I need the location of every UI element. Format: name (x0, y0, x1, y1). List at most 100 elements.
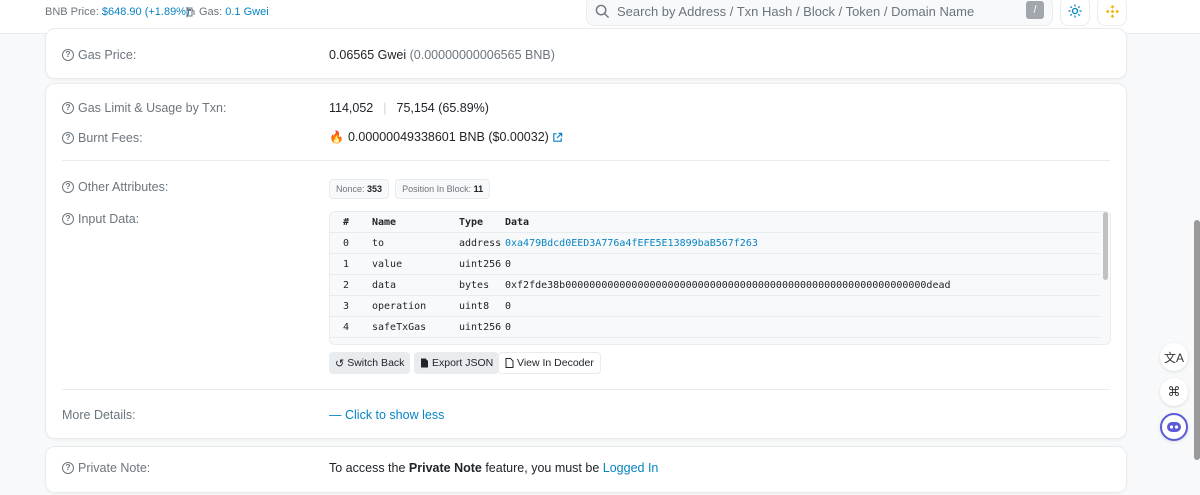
row-data[interactable]: 0xa479Bdcd0EED3A776a4fEFE5E13899baB567f2… (505, 238, 758, 249)
help-circle-icon[interactable]: ? (62, 102, 74, 114)
header-name: Name (372, 217, 397, 228)
row-name: data (372, 280, 397, 291)
position-value: 11 (473, 184, 484, 194)
burnt-fees-value-row: 🔥 0.00000049338601 BNB ($0.00032) (329, 130, 563, 144)
gas-price-value: 0.06565 Gwei (329, 48, 407, 62)
gas-label: Gas: (199, 6, 223, 18)
theme-toggle-button[interactable] (1060, 0, 1090, 26)
row-name: value (372, 259, 403, 270)
document-icon (505, 358, 514, 368)
bnb-price-link[interactable]: $648.90 (102, 6, 142, 18)
private-note-text-before: To access the (329, 461, 409, 475)
more-details-toggle[interactable]: — Click to show less (329, 408, 444, 422)
row-type: address (459, 238, 502, 249)
table-row: 0 to address 0xa479Bdcd0EED3A776a4fEFE5E138… (330, 233, 1100, 254)
gas-limit-value-row: 114,052 | 75,154 (65.89%) (329, 101, 489, 115)
private-note-text-after: feature, you must be (481, 461, 603, 475)
bnb-price-change: (+1.89%) (144, 6, 190, 18)
login-link[interactable]: Logged In (603, 461, 659, 475)
gas-pump-icon (186, 7, 195, 17)
private-note-label: Private Note: (78, 461, 151, 475)
switch-back-label: Switch Back (347, 357, 405, 369)
divider (62, 160, 1110, 161)
row-data: 0 (505, 259, 512, 270)
row-index: 0 (343, 238, 350, 249)
separator: | (383, 101, 387, 115)
row-data: 0 (505, 301, 512, 312)
row-type: uint8 (459, 301, 490, 312)
export-json-label: Export JSON (432, 357, 494, 369)
row-type: uint256 (459, 259, 502, 270)
row-data: 0xf2fde38b000000000000000000000000000000… (505, 280, 951, 291)
nonce-badge: Nonce: 353 (329, 179, 390, 199)
command-button[interactable]: ⌘ (1160, 378, 1188, 406)
row-name: to (372, 238, 385, 249)
table-row: 4 safeTxGas uint256 0 (330, 317, 1100, 338)
view-decoder-label: View In Decoder (517, 357, 594, 369)
details-card: ? Gas Limit & Usage by Txn: 114,052 | 75… (45, 83, 1127, 439)
switch-back-button[interactable]: ↺ Switch Back (329, 352, 411, 374)
theme-toggle-icon (1068, 4, 1082, 18)
help-circle-icon[interactable]: ? (62, 49, 74, 61)
chatbot-button[interactable] (1160, 413, 1188, 441)
show-less-link[interactable]: Click to show less (345, 408, 444, 422)
translate-button[interactable]: 文A (1160, 343, 1188, 371)
export-json-button[interactable]: Export JSON (414, 352, 500, 374)
private-note-text: To access the Private Note feature, you … (329, 461, 658, 475)
other-attributes-values: Nonce: 353 Position In Block: 11 (329, 179, 496, 199)
gas-limit-value: 114,052 (329, 101, 374, 115)
private-note-label-row: ? Private Note: (62, 461, 150, 475)
gas-value[interactable]: 0.1 Gwei (225, 6, 268, 18)
undo-icon: ↺ (335, 357, 345, 370)
row-index: 4 (343, 322, 350, 333)
row-index: 3 (343, 301, 350, 312)
input-data-label: Input Data: (78, 212, 140, 226)
gas-usage-value: 75,154 (65.89%) (396, 101, 489, 115)
row-index: 2 (343, 280, 350, 291)
row-name: safeTxGas (372, 322, 427, 333)
search-icon (595, 4, 610, 18)
gas-price-value-row: 0.06565 Gwei (0.00000000006565 BNB) (329, 48, 555, 62)
search-bar[interactable]: / (586, 0, 1053, 26)
network-switch-button[interactable] (1097, 0, 1127, 26)
help-circle-icon[interactable]: ? (62, 132, 74, 144)
gas-price-label-row: ? Gas Price: (62, 48, 136, 62)
header-index: # (343, 217, 350, 228)
gas-tracker[interactable]: Gas: 0.1 Gwei (186, 6, 269, 18)
nonce-label: Nonce: (336, 184, 365, 194)
other-attributes-label-row: ? Other Attributes: (62, 180, 168, 194)
position-badge: Position In Block: 11 (395, 179, 491, 199)
more-details-label-row: More Details: (62, 408, 136, 422)
input-data-table[interactable]: # Name Type Data 0 to address 0xa479Bdcd0EE… (329, 211, 1111, 345)
row-type: uint256 (459, 322, 502, 333)
help-circle-icon[interactable]: ? (62, 462, 74, 474)
gas-price-card: ? Gas Price: 0.06565 Gwei (0.00000000006… (45, 28, 1127, 79)
burnt-fees-label-row: ? Burnt Fees: (62, 131, 143, 145)
table-row: 2 data bytes 0xf2fde38b00000000000000000000… (330, 275, 1100, 296)
search-shortcut-key: / (1026, 1, 1044, 19)
external-link-icon[interactable] (552, 132, 563, 143)
help-circle-icon[interactable]: ? (62, 181, 74, 193)
page-scrollbar[interactable] (1194, 220, 1200, 460)
row-name: operation (372, 301, 427, 312)
gas-limit-label-row: ? Gas Limit & Usage by Txn: (62, 101, 226, 115)
row-index: 1 (343, 259, 350, 270)
bnb-price: BNB Price: $648.90 (+1.89%) (45, 6, 190, 18)
private-note-bold: Private Note (408, 461, 482, 475)
translate-icon: 文A (1163, 350, 1184, 365)
burnt-fees-label: Burnt Fees: (78, 131, 143, 145)
view-decoder-button[interactable]: View In Decoder (498, 352, 601, 374)
table-row: 3 operation uint8 0 (330, 296, 1100, 317)
nonce-value: 353 (367, 184, 383, 194)
gas-price-label: Gas Price: (78, 48, 137, 62)
table-header: # Name Type Data (330, 212, 1100, 233)
bnb-price-label: BNB Price: (45, 6, 99, 18)
more-details-label: More Details: (62, 408, 136, 422)
table-scrollbar[interactable] (1103, 212, 1108, 280)
burnt-fees-value: 0.00000049338601 BNB ($0.00032) (347, 130, 549, 144)
gas-price-bnb: (0.00000000006565 BNB) (409, 48, 555, 62)
search-input[interactable] (617, 3, 1017, 19)
help-circle-icon[interactable]: ? (62, 213, 74, 225)
command-icon: ⌘ (1167, 384, 1181, 399)
private-note-card: ? Private Note: To access the Private No… (45, 446, 1127, 493)
